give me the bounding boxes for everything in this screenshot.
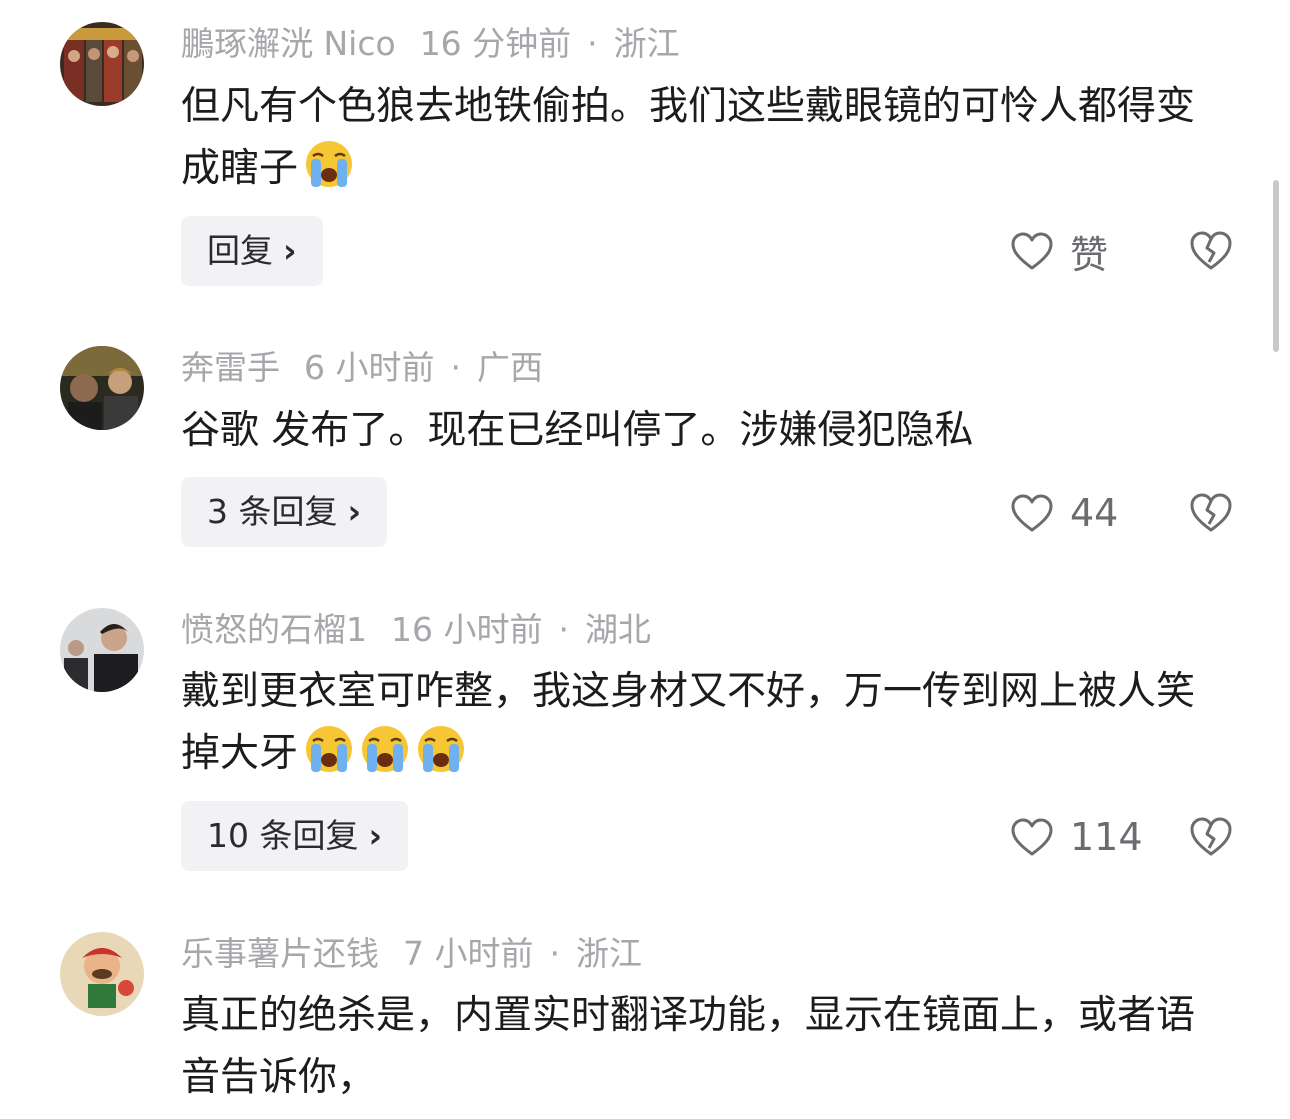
reply-label: 回复	[207, 231, 273, 270]
reply-label: 3 条回复	[207, 492, 338, 531]
separator: ·	[558, 610, 569, 649]
avatar[interactable]	[60, 932, 144, 1016]
like-count: 114	[1070, 815, 1143, 859]
username[interactable]: 愤怒的石榴1	[181, 610, 367, 649]
view-replies-button[interactable]: 10 条回复 ›	[181, 801, 409, 871]
location: 湖北	[584, 610, 651, 649]
comment-body: 真正的绝杀是，内置实时翻译功能，显示在镜面上，或者语音告诉你，	[181, 993, 1196, 1100]
broken-heart-icon[interactable]	[1188, 490, 1234, 536]
scrollbar[interactable]	[1273, 180, 1279, 352]
avatar[interactable]	[60, 608, 144, 692]
comment-body: 谷歌 发布了。现在已经叫停了。涉嫌侵犯隐私	[181, 408, 974, 453]
timestamp: 7 小时前	[403, 934, 534, 973]
view-replies-button[interactable]: 3 条回复 ›	[181, 477, 388, 547]
comment-text: 谷歌 发布了。现在已经叫停了。涉嫌侵犯隐私	[181, 400, 1221, 462]
comment-text: 但凡有个色狼去地铁偷拍。我们这些戴眼镜的可怜人都得变成瞎子	[181, 76, 1221, 200]
like-button[interactable]: 赞	[1010, 226, 1109, 277]
like-button[interactable]: 114	[1010, 812, 1143, 862]
chevron-right-icon: ›	[347, 492, 362, 531]
username[interactable]: 乐事薯片还钱	[181, 934, 379, 973]
username[interactable]: 奔雷手	[181, 348, 280, 387]
reply-label: 10 条回复	[207, 816, 359, 855]
separator: ·	[450, 348, 462, 387]
like-button[interactable]: 44	[1010, 488, 1118, 538]
heart-icon	[1011, 818, 1053, 856]
comment-meta: 鵬琢澥洸 Nico 16 分钟前 · 浙江	[181, 22, 680, 66]
location: 浙江	[576, 934, 642, 973]
separator: ·	[587, 24, 598, 63]
location: 浙江	[613, 24, 680, 63]
crying-face-icon	[362, 726, 409, 772]
like-label: 赞	[1070, 232, 1109, 277]
username[interactable]: 鵬琢澥洸 Nico	[181, 24, 396, 63]
avatar[interactable]	[60, 22, 144, 106]
broken-heart-icon[interactable]	[1188, 814, 1234, 860]
crying-face-icon	[418, 726, 465, 772]
comment-meta: 奔雷手 6 小时前 · 广西	[181, 346, 543, 390]
comment-text: 戴到更衣室可咋整，我这身材又不好，万一传到网上被人笑掉大牙	[181, 661, 1221, 785]
timestamp: 16 小时前	[391, 610, 543, 649]
like-count: 44	[1070, 491, 1119, 535]
comment-meta: 愤怒的石榴1 16 小时前 · 湖北	[181, 608, 651, 652]
location: 广西	[477, 348, 543, 387]
chevron-right-icon: ›	[283, 231, 297, 270]
timestamp: 6 小时前	[304, 348, 435, 387]
broken-heart-icon[interactable]	[1188, 228, 1234, 274]
crying-face-icon	[306, 141, 353, 187]
reply-button[interactable]: 回复 ›	[181, 216, 323, 286]
comment-list: 鵬琢澥洸 Nico 16 分钟前 · 浙江 但凡有个色狼去地铁偷拍。我们这些戴眼镜的可…	[0, 0, 1290, 1119]
heart-icon	[1011, 494, 1053, 532]
heart-icon	[1011, 232, 1053, 270]
separator: ·	[549, 934, 561, 973]
crying-face-icon	[306, 726, 353, 772]
comment-meta: 乐事薯片还钱 7 小时前 · 浙江	[181, 932, 642, 976]
timestamp: 16 分钟前	[419, 24, 572, 63]
comment-text: 真正的绝杀是，内置实时翻译功能，显示在镜面上，或者语音告诉你，	[181, 985, 1221, 1109]
chevron-right-icon: ›	[368, 816, 383, 855]
avatar[interactable]	[60, 346, 144, 430]
